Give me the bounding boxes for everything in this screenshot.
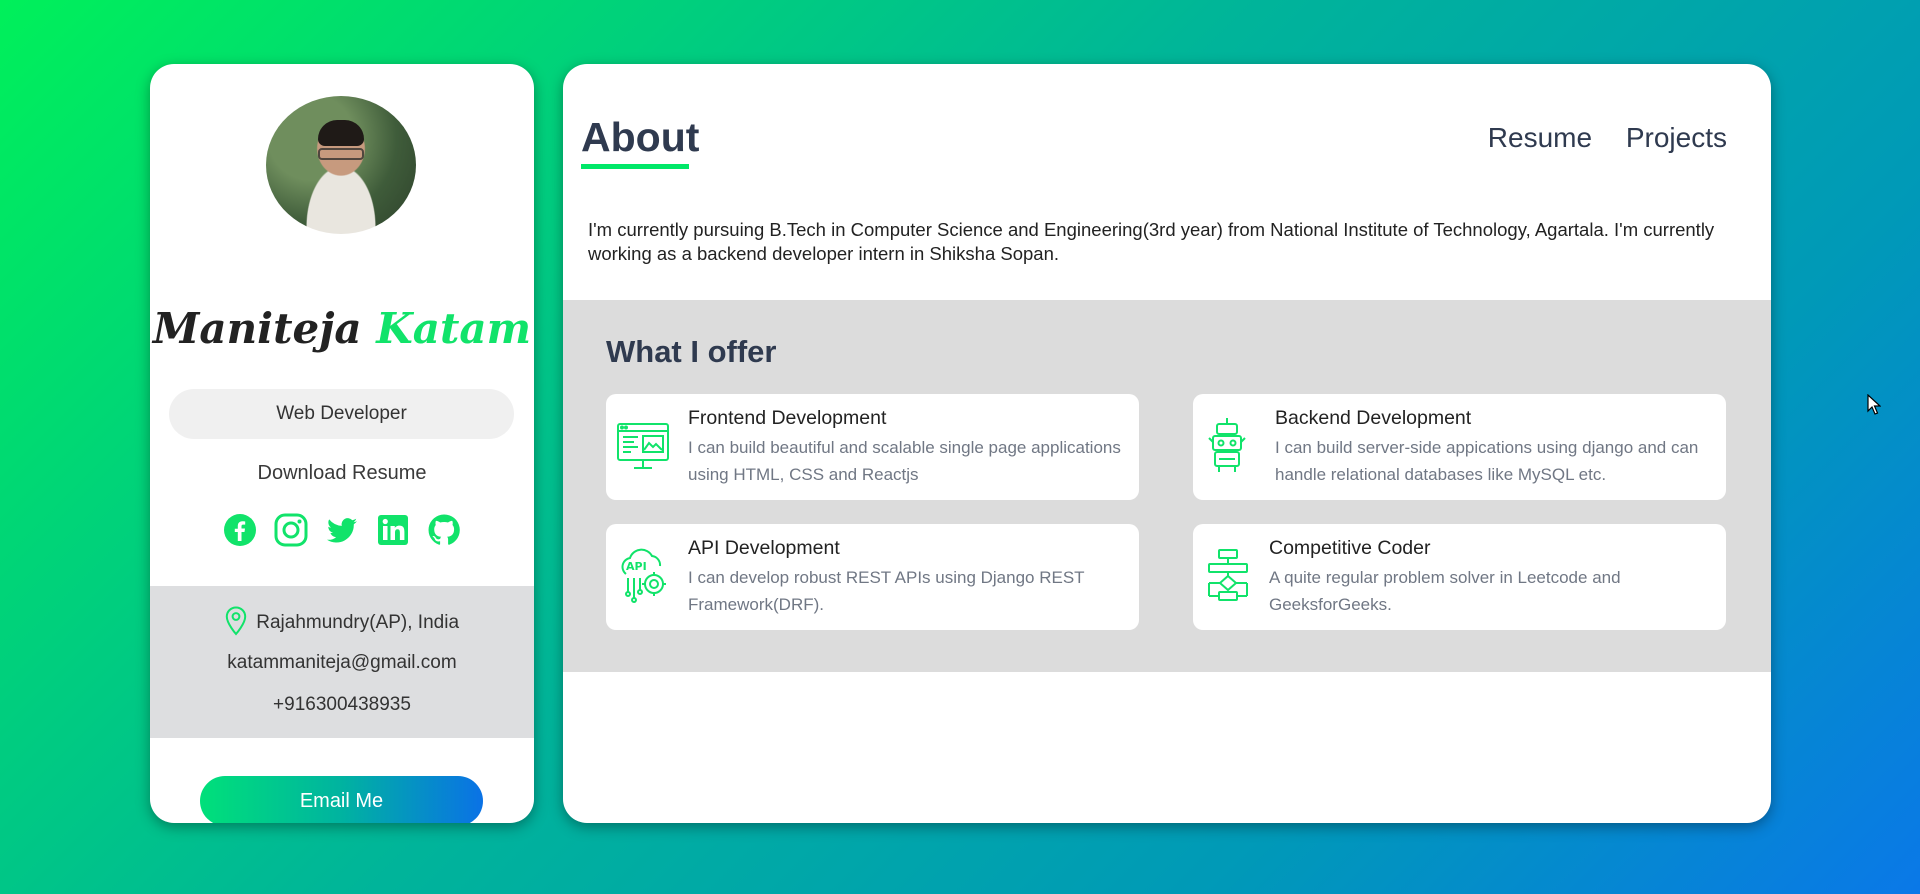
contact-info: Rajahmundry(AP), India katammaniteja@gma… [150, 586, 534, 738]
svg-text:API: API [626, 560, 647, 573]
offer-heading: What I offer [606, 334, 777, 369]
service-card-frontend: Frontend Development I can build beautif… [606, 394, 1139, 500]
service-card-api: API API Development I can develop robust… [606, 524, 1139, 630]
github-icon[interactable] [426, 512, 462, 548]
mouse-cursor-icon [1867, 394, 1881, 415]
service-description: I can build server-side appications usin… [1275, 438, 1699, 484]
page-title[interactable]: About [581, 114, 699, 161]
service-card-backend: Backend Development I can build server-s… [1193, 394, 1726, 500]
avatar [266, 96, 416, 234]
service-card-competitive: Competitive Coder A quite regular proble… [1193, 524, 1726, 630]
location-row: Rajahmundry(AP), India [150, 606, 534, 636]
role-badge: Web Developer [169, 389, 514, 439]
social-links [150, 512, 534, 552]
linkedin-icon[interactable] [375, 512, 411, 548]
frontend-icon [617, 423, 669, 469]
twitter-icon[interactable] [324, 512, 360, 548]
facebook-icon[interactable] [222, 512, 258, 548]
nav-resume-link[interactable]: Resume [1488, 122, 1592, 153]
about-paragraph: I'm currently pursuing B.Tech in Compute… [588, 219, 1715, 264]
api-icon: API [621, 548, 666, 603]
service-description: A quite regular problem solver in Leetco… [1269, 568, 1621, 614]
instagram-icon[interactable] [273, 512, 309, 548]
profile-name: Maniteja Katam [150, 304, 534, 353]
location-text: Rajahmundry(AP), India [256, 612, 460, 633]
active-tab-underline [581, 164, 689, 169]
backend-icon [1208, 418, 1246, 472]
nav-projects-link[interactable]: Projects [1626, 122, 1727, 153]
last-name: Katam [376, 304, 532, 353]
first-name: Maniteja [152, 304, 362, 353]
service-title: Competitive Coder [1269, 537, 1431, 559]
main-panel: About Resume Projects I'm currently purs… [563, 64, 1771, 823]
email-text: katammaniteja@gmail.com [227, 652, 457, 673]
service-title: API Development [688, 537, 840, 559]
download-resume-link[interactable]: Download Resume [150, 462, 534, 485]
offer-section: What I offer Frontend Development I can … [563, 300, 1771, 672]
service-description: I can develop robust REST APIs using Dja… [688, 568, 1085, 614]
email-me-button[interactable]: Email Me [200, 776, 483, 823]
service-description: I can build beautiful and scalable singl… [688, 438, 1121, 484]
location-pin-icon [225, 606, 247, 636]
phone-text: +916300438935 [273, 694, 411, 715]
service-title: Backend Development [1275, 407, 1472, 429]
service-title: Frontend Development [688, 407, 887, 429]
top-nav: Resume Projects [1462, 122, 1727, 154]
flowchart-icon [1208, 549, 1248, 601]
profile-card: Maniteja Katam Web Developer Download Re… [150, 64, 534, 823]
